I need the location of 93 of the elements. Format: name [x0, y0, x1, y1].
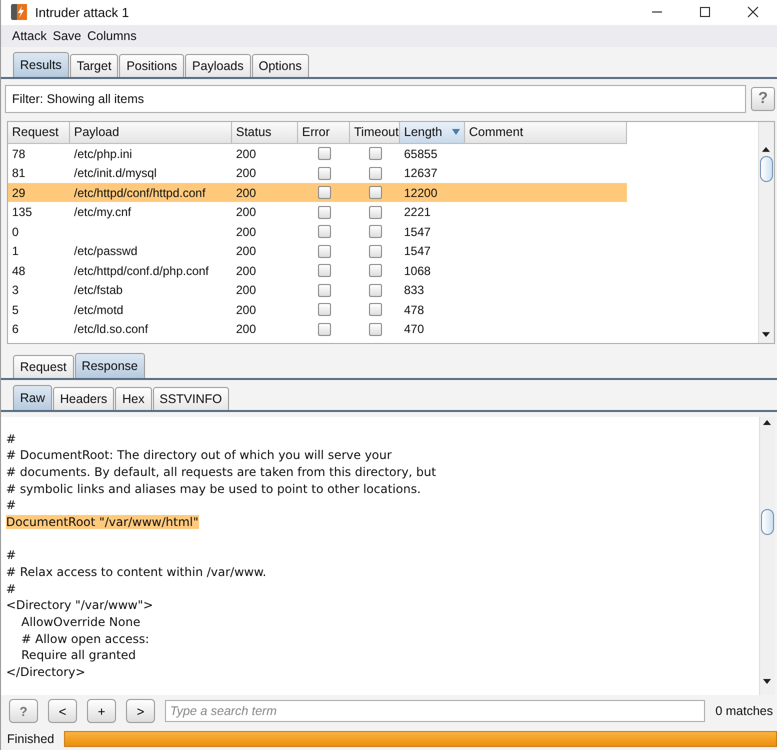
response-line: # — [6, 432, 16, 446]
column-header[interactable]: Comment — [465, 122, 627, 144]
response-line: # Allow open access: — [20, 632, 150, 646]
filter-bar[interactable]: Filter: Showing all items — [5, 84, 746, 113]
response-line: # — [6, 548, 16, 562]
table-cell: 200 — [236, 166, 256, 180]
table-cell: 5 — [12, 302, 19, 317]
table-row[interactable]: 3 /etc/fstab 200 833 — [8, 280, 758, 300]
match-count: 0 matches — [715, 704, 773, 718]
table-row[interactable]: 48 /etc/httpd/conf.d/php.conf 200 1068 — [8, 260, 758, 280]
menu-item[interactable]: Columns — [87, 28, 137, 43]
table-cell: 200 — [236, 283, 256, 298]
tab[interactable]: Response — [74, 353, 145, 378]
table-cell: 48 — [12, 264, 26, 278]
table-cell: 200 — [236, 186, 256, 200]
table-cell: 2221 — [404, 205, 431, 220]
table-cell: 12200 — [404, 186, 438, 200]
table-cell: 200 — [236, 205, 256, 220]
table-cell: 3 — [12, 283, 19, 298]
column-header[interactable]: Error — [298, 122, 350, 144]
table-row[interactable]: 0 200 1547 — [8, 222, 758, 242]
tab[interactable]: Hex — [115, 387, 152, 410]
table-cell: /etc/fstab — [74, 283, 123, 298]
table-row[interactable]: 29 /etc/httpd/conf/httpd.conf 200 12200 — [8, 182, 627, 202]
table-cell: 65855 — [404, 146, 438, 161]
table-cell: 81 — [12, 166, 26, 180]
table-cell: 200 — [236, 146, 256, 161]
menu-item[interactable]: Attack — [12, 28, 47, 43]
menu-item[interactable]: Save — [52, 28, 82, 43]
column-header[interactable]: Status — [232, 122, 298, 144]
table-row[interactable]: 1 /etc/passwd 200 1547 — [8, 241, 758, 261]
table-cell: 78 — [12, 146, 26, 161]
response-line: <Directory "/var/www"> — [6, 598, 154, 612]
tab[interactable]: Request — [13, 355, 74, 378]
column-header[interactable]: Payload — [70, 122, 232, 144]
table-cell: 12637 — [404, 166, 438, 180]
help-button[interactable]: ? — [751, 86, 775, 111]
table-cell: /etc/php.ini — [74, 146, 132, 161]
table-cell: /etc/my.cnf — [74, 205, 132, 220]
table-cell: 200 — [236, 224, 256, 239]
response-line: Require all granted — [20, 648, 136, 662]
table-row[interactable]: 81 /etc/init.d/mysql 200 12637 — [8, 163, 758, 183]
window-title: Intruder attack 1 — [35, 4, 129, 20]
table-row[interactable]: 135 /etc/my.cnf 200 2221 — [8, 202, 758, 222]
table-cell: /etc/passwd — [74, 244, 138, 258]
table-cell: 200 — [236, 302, 256, 317]
table-cell: /etc/ld.so.conf — [74, 322, 148, 336]
table-cell: 200 — [236, 244, 256, 258]
table-cell: /etc/httpd/conf/httpd.conf — [74, 186, 206, 200]
column-header[interactable]: Length — [400, 122, 465, 144]
help-button[interactable]: ? — [9, 699, 38, 724]
tab[interactable]: Raw — [13, 385, 52, 410]
response-line: # Relax access to content within /var/www. — [6, 565, 266, 579]
response-line: # DocumentRoot: The directory out of which you will serve your — [6, 448, 392, 462]
table-row[interactable]: 78 /etc/php.ini 200 65855 — [8, 144, 758, 164]
table-row[interactable]: 5 /etc/motd 200 478 — [8, 300, 758, 320]
table-cell: 1547 — [404, 244, 431, 258]
column-header[interactable]: Request — [8, 122, 70, 144]
table-cell: 1 — [12, 244, 19, 258]
column-header[interactable]: Timeout — [350, 122, 400, 144]
tab[interactable]: SSTVINFO — [152, 387, 230, 410]
search-field[interactable]: Type a search term — [165, 700, 706, 722]
response-line: # — [6, 498, 16, 512]
tab[interactable]: Payloads — [185, 54, 251, 77]
response-line: # — [6, 582, 16, 596]
response-line: </Directory> — [6, 665, 86, 680]
table-cell: 478 — [404, 302, 424, 317]
table-cell: /etc/httpd/conf.d/php.conf — [74, 264, 209, 278]
table-cell: 29 — [12, 186, 26, 200]
add-button[interactable]: + — [87, 699, 116, 724]
table-cell: 470 — [404, 322, 424, 336]
tab[interactable]: Positions — [119, 54, 184, 77]
table-cell: 1547 — [404, 224, 431, 239]
previous-button[interactable]: < — [48, 699, 77, 724]
table-cell: 0 — [12, 224, 19, 239]
table-cell: /etc/init.d/mysql — [74, 166, 157, 180]
table-cell: 6 — [12, 322, 19, 336]
table-row[interactable]: 6 /etc/ld.so.conf 200 470 — [8, 319, 758, 339]
table-cell: 1068 — [404, 264, 431, 278]
response-line: AllowOverride None — [20, 615, 140, 630]
tab[interactable]: Headers — [53, 387, 114, 410]
response-line: # symbolic links and aliases may be used to point to other locations. — [6, 482, 421, 496]
table-cell: /etc/motd — [74, 302, 124, 317]
tab[interactable]: Results — [13, 52, 69, 77]
status-text: Finished — [7, 732, 54, 746]
table-cell: 135 — [12, 205, 32, 220]
table-cell: 833 — [404, 283, 424, 298]
next-button[interactable]: > — [126, 699, 155, 724]
tab[interactable]: Target — [70, 54, 118, 77]
response-line: # documents. By default, all requests are taken from this directory, but — [6, 464, 436, 479]
table-cell: 200 — [236, 322, 256, 336]
tab[interactable]: Options — [252, 54, 309, 77]
table-cell: 200 — [236, 264, 256, 278]
